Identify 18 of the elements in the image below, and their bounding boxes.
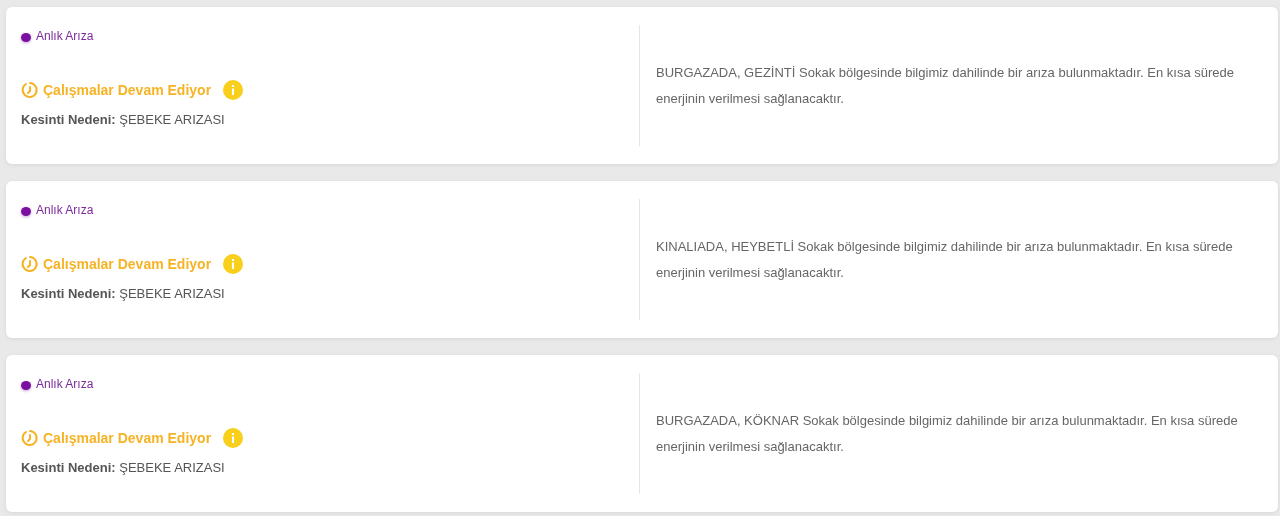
outage-type: Anlık Arıza bbox=[36, 377, 94, 391]
outage-description: KINALIADA, HEYBETLİ Sokak bölgesinde bilgimiz dahilinde bir arıza bulunmaktadır. En kısa sürede enerjinin verilmesi sağlanacaktır. bbox=[656, 237, 1234, 282]
info-icon[interactable] bbox=[223, 428, 244, 448]
outage-type: Anlık Arıza bbox=[36, 203, 94, 217]
outage-type: Anlık Arıza bbox=[36, 29, 94, 43]
outage-status: Çalışmalar Devam Ediyor bbox=[43, 256, 212, 272]
outage-status: Çalışmalar Devam Ediyor bbox=[43, 82, 212, 98]
outage-status: Çalışmalar Devam Ediyor bbox=[43, 430, 212, 446]
outage-description: BURGAZADA, GEZİNTİ Sokak bölgesinde bilgimiz dahilinde bir arıza bulunmaktadır. En kısa sürede enerjinin verilmesi sağlanacaktır. bbox=[656, 63, 1236, 108]
clock-icon bbox=[21, 81, 39, 99]
clock-icon bbox=[21, 429, 39, 447]
info-icon[interactable] bbox=[223, 80, 244, 100]
outage-description: BURGAZADA, KÖKNAR Sokak bölgesinde bilgimiz dahilinde bir arıza bulunmaktadır. En kısa sürede enerjinin verilmesi sağlanacaktır. bbox=[656, 411, 1239, 456]
outage-cause: Kesinti Nedeni: ŞEBEKE ARIZASI bbox=[21, 286, 226, 301]
outage-cause: Kesinti Nedeni: ŞEBEKE ARIZASI bbox=[21, 112, 226, 127]
info-icon[interactable] bbox=[223, 254, 244, 274]
clock-icon bbox=[21, 255, 39, 273]
outage-cause: Kesinti Nedeni: ŞEBEKE ARIZASI bbox=[21, 460, 226, 475]
